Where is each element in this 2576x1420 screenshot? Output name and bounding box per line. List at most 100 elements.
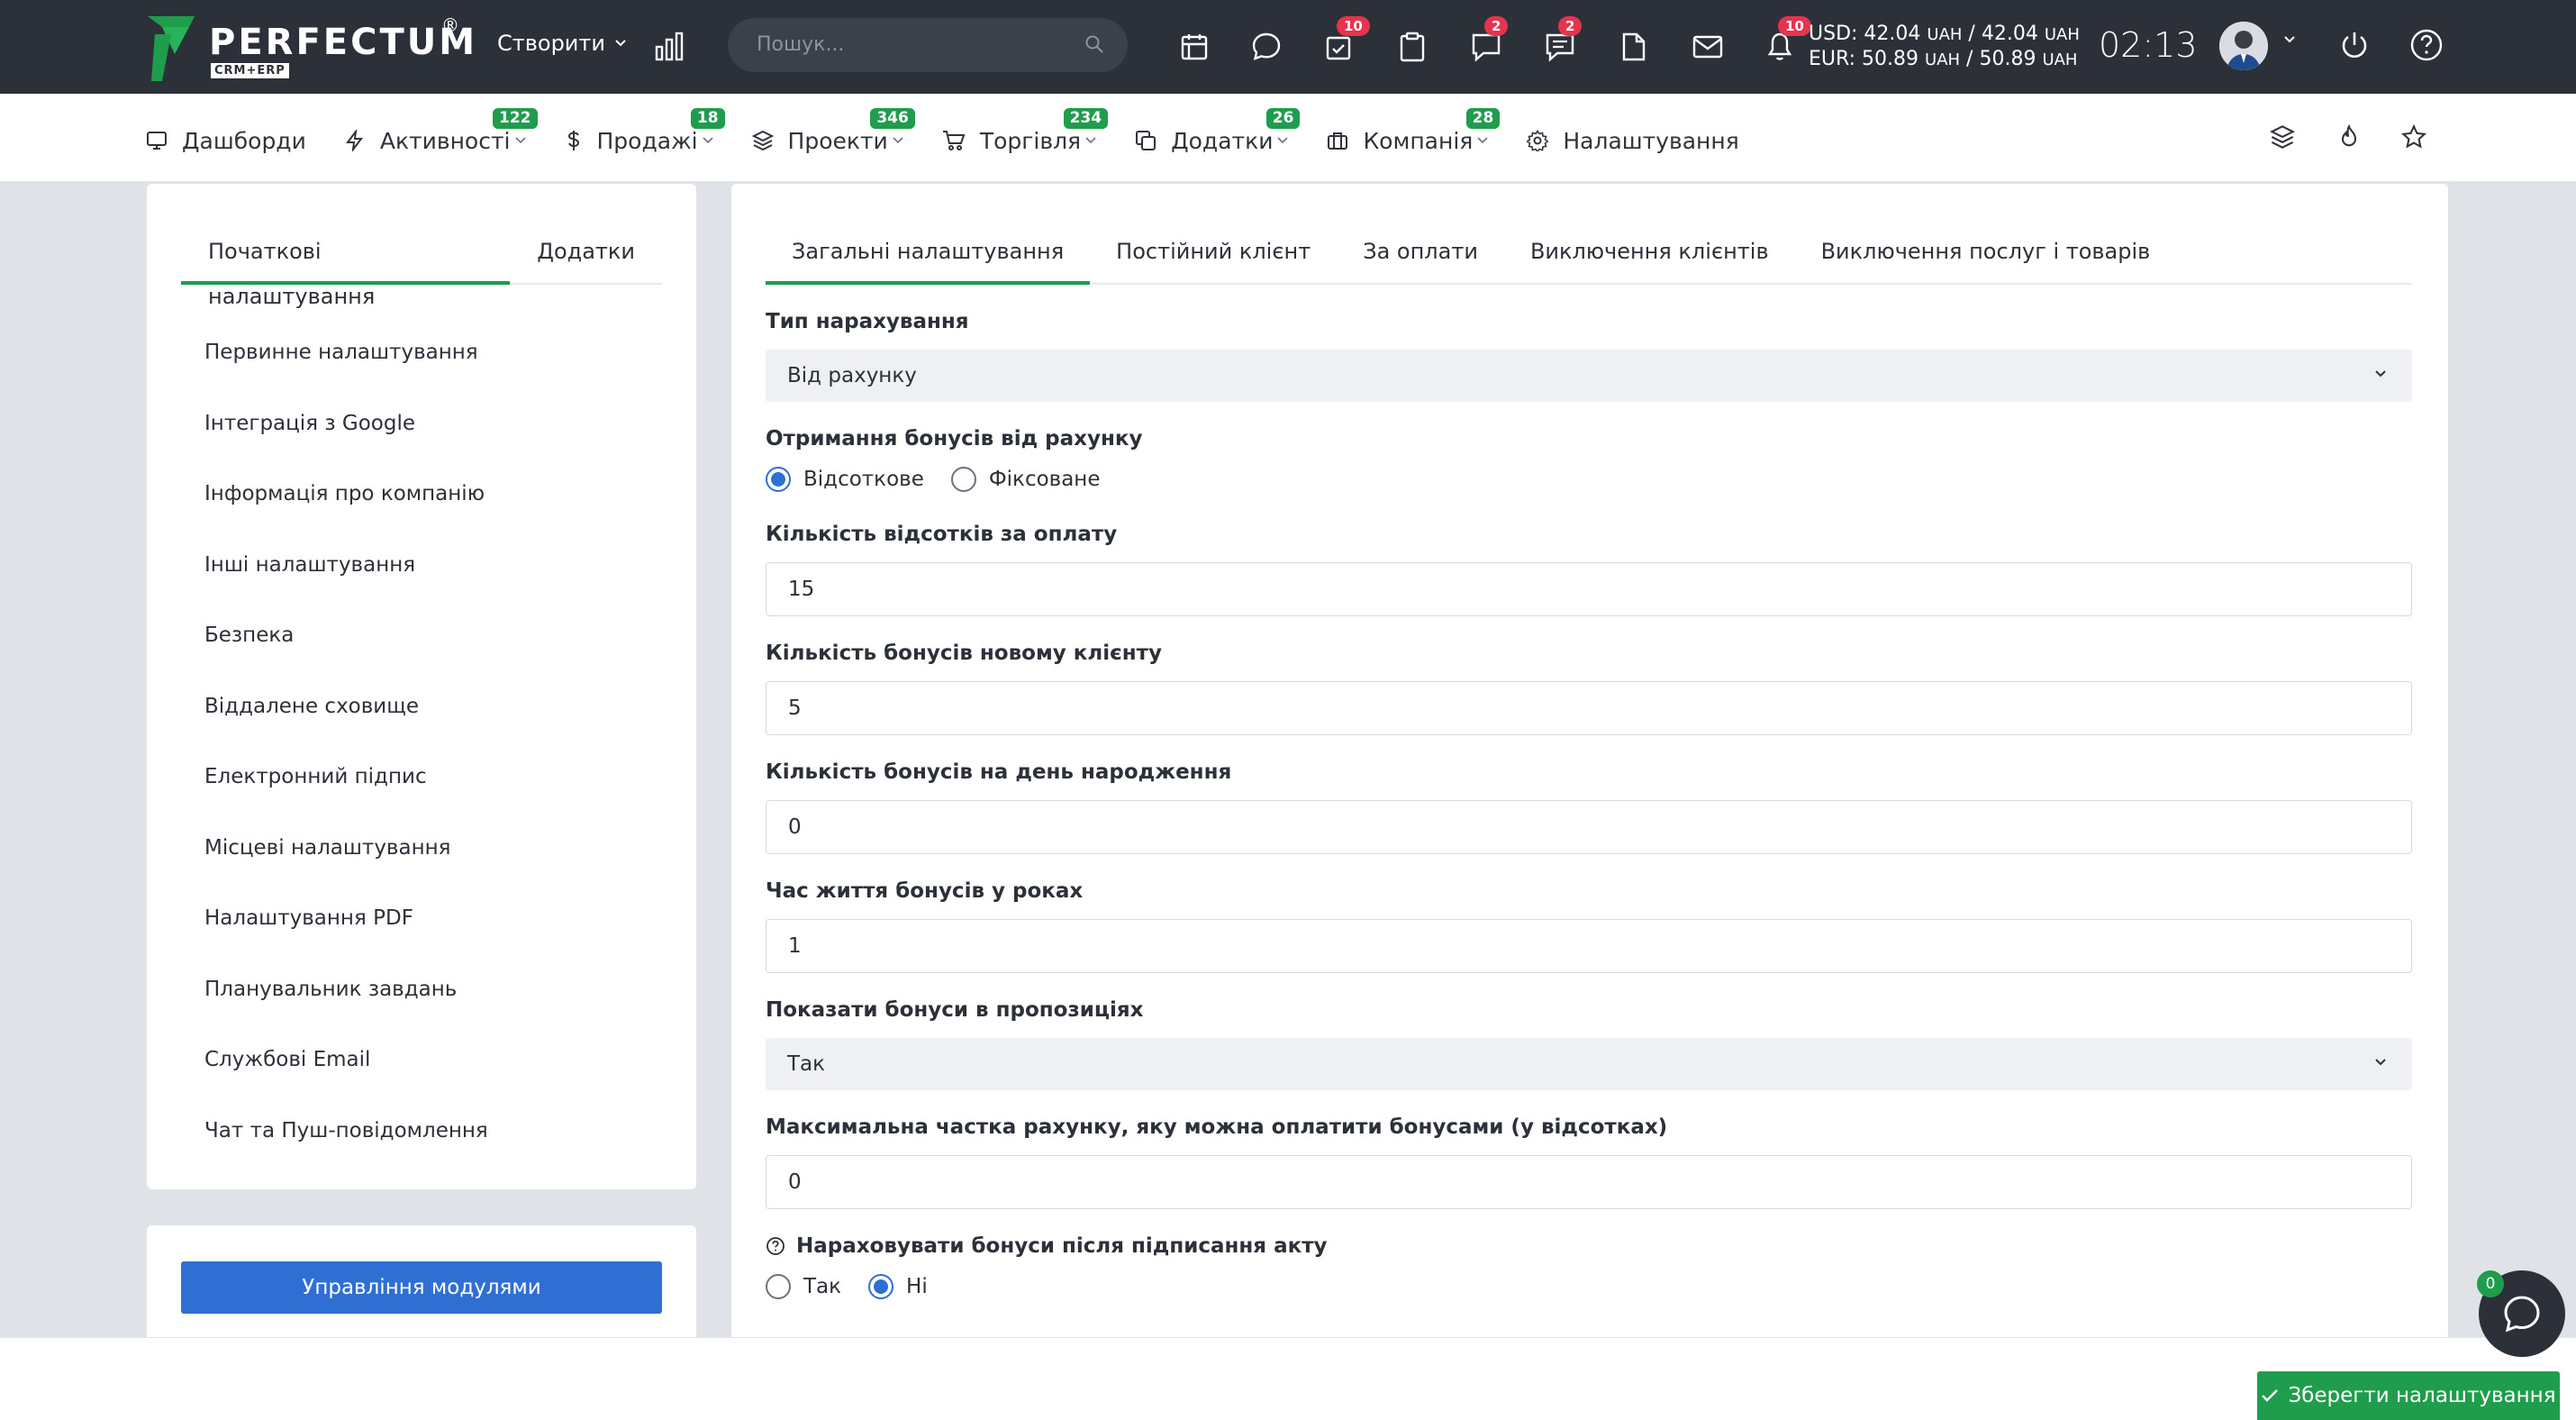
nav-item-activities[interactable]: Активності 122 [344, 107, 538, 154]
nav-item-trade[interactable]: Торгівля 234 [942, 107, 1109, 154]
avatar[interactable] [2219, 22, 2268, 70]
bonus-lifetime-input[interactable] [766, 919, 2412, 973]
nav-item-addons[interactable]: Додатки 26 [1135, 107, 1301, 154]
nav-badge: 346 [870, 107, 915, 129]
nav-item-settings[interactable]: Налаштування [1527, 128, 1739, 154]
nav-badge: 234 [1063, 107, 1109, 129]
nav-item-sales[interactable]: Продажі 18 [565, 107, 725, 154]
manage-modules-button[interactable]: Управління модулями [181, 1261, 662, 1314]
sidebar-item-task-scheduler[interactable]: Планувальник завдань [204, 954, 488, 1025]
nav-item-company[interactable]: Компанія 28 [1327, 107, 1501, 154]
chat-bubble-icon[interactable] [1248, 29, 1284, 65]
dollar-icon [567, 131, 579, 150]
messages-badge: 2 [1558, 16, 1583, 36]
calendar-icon[interactable] [1176, 29, 1212, 65]
nav-item-dashboards[interactable]: Дашборди [146, 128, 306, 154]
messages-icon[interactable]: 2 [1542, 16, 1583, 65]
tab-for-payments[interactable]: За оплати [1337, 229, 1504, 285]
accrual-type-value: Від рахунку [787, 364, 917, 387]
clock: 02:13 [2099, 25, 2198, 65]
nav-item-projects[interactable]: Проекти 346 [751, 107, 915, 154]
sidebar-item-local-settings[interactable]: Місцеві налаштування [204, 813, 488, 884]
sidebar-item-security[interactable]: Безпека [204, 600, 488, 671]
power-icon[interactable] [2336, 27, 2372, 63]
dashboard-icon [147, 132, 167, 150]
nav-label: Додатки [1171, 127, 1274, 154]
notifications-badge: 10 [1778, 16, 1811, 36]
accrue-after-act-row: Нараховувати бонуси після підписання акт… [766, 1234, 1328, 1258]
tab-regular-client[interactable]: Постійний клієнт [1090, 229, 1337, 285]
currency-rates: USD: 42.04 UAH / 42.04 UAH EUR: 50.89 UA… [1809, 22, 2080, 72]
document-icon[interactable] [1616, 29, 1652, 65]
top-bar: PERFECTUM ® CRM+ERP Створити 10 2 2 [0, 0, 2576, 94]
tab-general-settings[interactable]: Загальні налаштування [766, 229, 1091, 285]
nav-label: Торгівля [979, 127, 1082, 154]
create-dropdown-button[interactable]: Створити [497, 31, 627, 56]
activity-icon [345, 130, 363, 151]
chevron-down-icon [1085, 137, 1096, 144]
fire-icon[interactable] [2336, 124, 2362, 150]
search-icon[interactable] [1084, 34, 1104, 54]
sidebar-item-e-signature[interactable]: Електронний підпис [204, 742, 488, 813]
chat-square-icon[interactable]: 2 [1468, 16, 1509, 65]
show-in-proposals-label: Показати бонуси в пропозиціях [766, 998, 1144, 1022]
logo-text: PERFECTUM [209, 22, 478, 63]
sidebar-item-other-settings[interactable]: Інші налаштування [204, 530, 488, 601]
search-input[interactable] [728, 18, 1128, 72]
sidebar-item-company-info[interactable]: Інформація про компанію [204, 459, 488, 530]
create-label: Створити [497, 31, 605, 56]
radio-percentage[interactable] [766, 467, 791, 492]
chat-widget-badge: 0 [2477, 1270, 2504, 1297]
accrue-after-act-radio-group: Так Ні [766, 1274, 955, 1299]
chevron-down-icon [2375, 1059, 2386, 1066]
copy-icon [1136, 131, 1156, 150]
tab-initial-settings[interactable]: Початкові налаштування [181, 229, 511, 309]
sidebar-item-service-email[interactable]: Службові Email [204, 1024, 488, 1096]
sidebar-item-google-integration[interactable]: Інтеграція з Google [204, 388, 488, 460]
nav-badge: 122 [493, 107, 538, 129]
bonus-lifetime-label: Час життя бонусів у роках [766, 879, 1084, 903]
radio-yes-label: Так [803, 1275, 842, 1298]
radio-fixed[interactable] [950, 467, 976, 492]
save-settings-button[interactable]: Зберегти налаштування [2257, 1371, 2560, 1420]
check-icon [2262, 1389, 2279, 1402]
user-menu-chevron-icon[interactable] [2282, 34, 2297, 45]
tab-addons[interactable]: Додатки [510, 229, 662, 285]
gear-icon [1527, 130, 1549, 151]
birthday-bonus-input[interactable] [766, 800, 2412, 854]
sidebar-item-chat-push[interactable]: Чат та Пуш-повідомлення [204, 1096, 488, 1167]
radio-no-label: Ні [906, 1275, 928, 1298]
accrual-type-select[interactable]: Від рахунку [766, 350, 2412, 402]
tasks-icon[interactable]: 10 [1320, 16, 1370, 65]
clipboard-icon[interactable] [1394, 29, 1430, 65]
percent-per-payment-input[interactable] [766, 562, 2412, 616]
bonus-receive-label: Отримання бонусів від рахунку [766, 427, 1143, 451]
logo-mark-icon [148, 16, 195, 81]
question-circle-icon[interactable] [766, 1236, 785, 1256]
save-settings-label: Зберегти налаштування [2288, 1384, 2556, 1407]
sidebar-item-remote-storage[interactable]: Віддалене сховище [204, 671, 488, 742]
max-share-input[interactable] [766, 1155, 2412, 1209]
logo[interactable]: PERFECTUM ® CRM+ERP [144, 14, 475, 83]
star-icon[interactable] [2401, 124, 2426, 150]
radio-percentage-label: Відсоткове [803, 468, 924, 491]
sidebar-item-primary-setup[interactable]: Первинне налаштування [204, 317, 488, 388]
max-share-label: Максимальна частка рахунку, яку можна оп… [766, 1115, 1668, 1139]
chevron-down-icon [2375, 370, 2386, 378]
percent-per-payment-label: Кількість відсотків за оплату [766, 523, 1118, 546]
new-client-bonus-input[interactable] [766, 681, 2412, 735]
tab-client-exclusions[interactable]: Виключення клієнтів [1504, 229, 1795, 285]
settings-sidebar: Початкові налаштування Додатки Первинне … [147, 184, 696, 1189]
radio-yes[interactable] [766, 1274, 791, 1299]
show-in-proposals-select[interactable]: Так [766, 1038, 2412, 1090]
stack-layers-icon[interactable] [2270, 124, 2295, 150]
radio-no[interactable] [868, 1274, 894, 1299]
sidebar-item-pdf-settings[interactable]: Налаштування PDF [204, 883, 488, 954]
cart-icon [942, 131, 966, 150]
radio-fixed-label: Фіксоване [988, 468, 1101, 491]
tab-product-exclusions[interactable]: Виключення послуг і товарів [1795, 229, 2177, 285]
mail-icon[interactable] [1690, 29, 1726, 65]
bell-icon[interactable]: 10 [1762, 16, 1811, 65]
reports-chart-icon[interactable] [654, 31, 685, 61]
help-icon[interactable] [2408, 27, 2444, 63]
